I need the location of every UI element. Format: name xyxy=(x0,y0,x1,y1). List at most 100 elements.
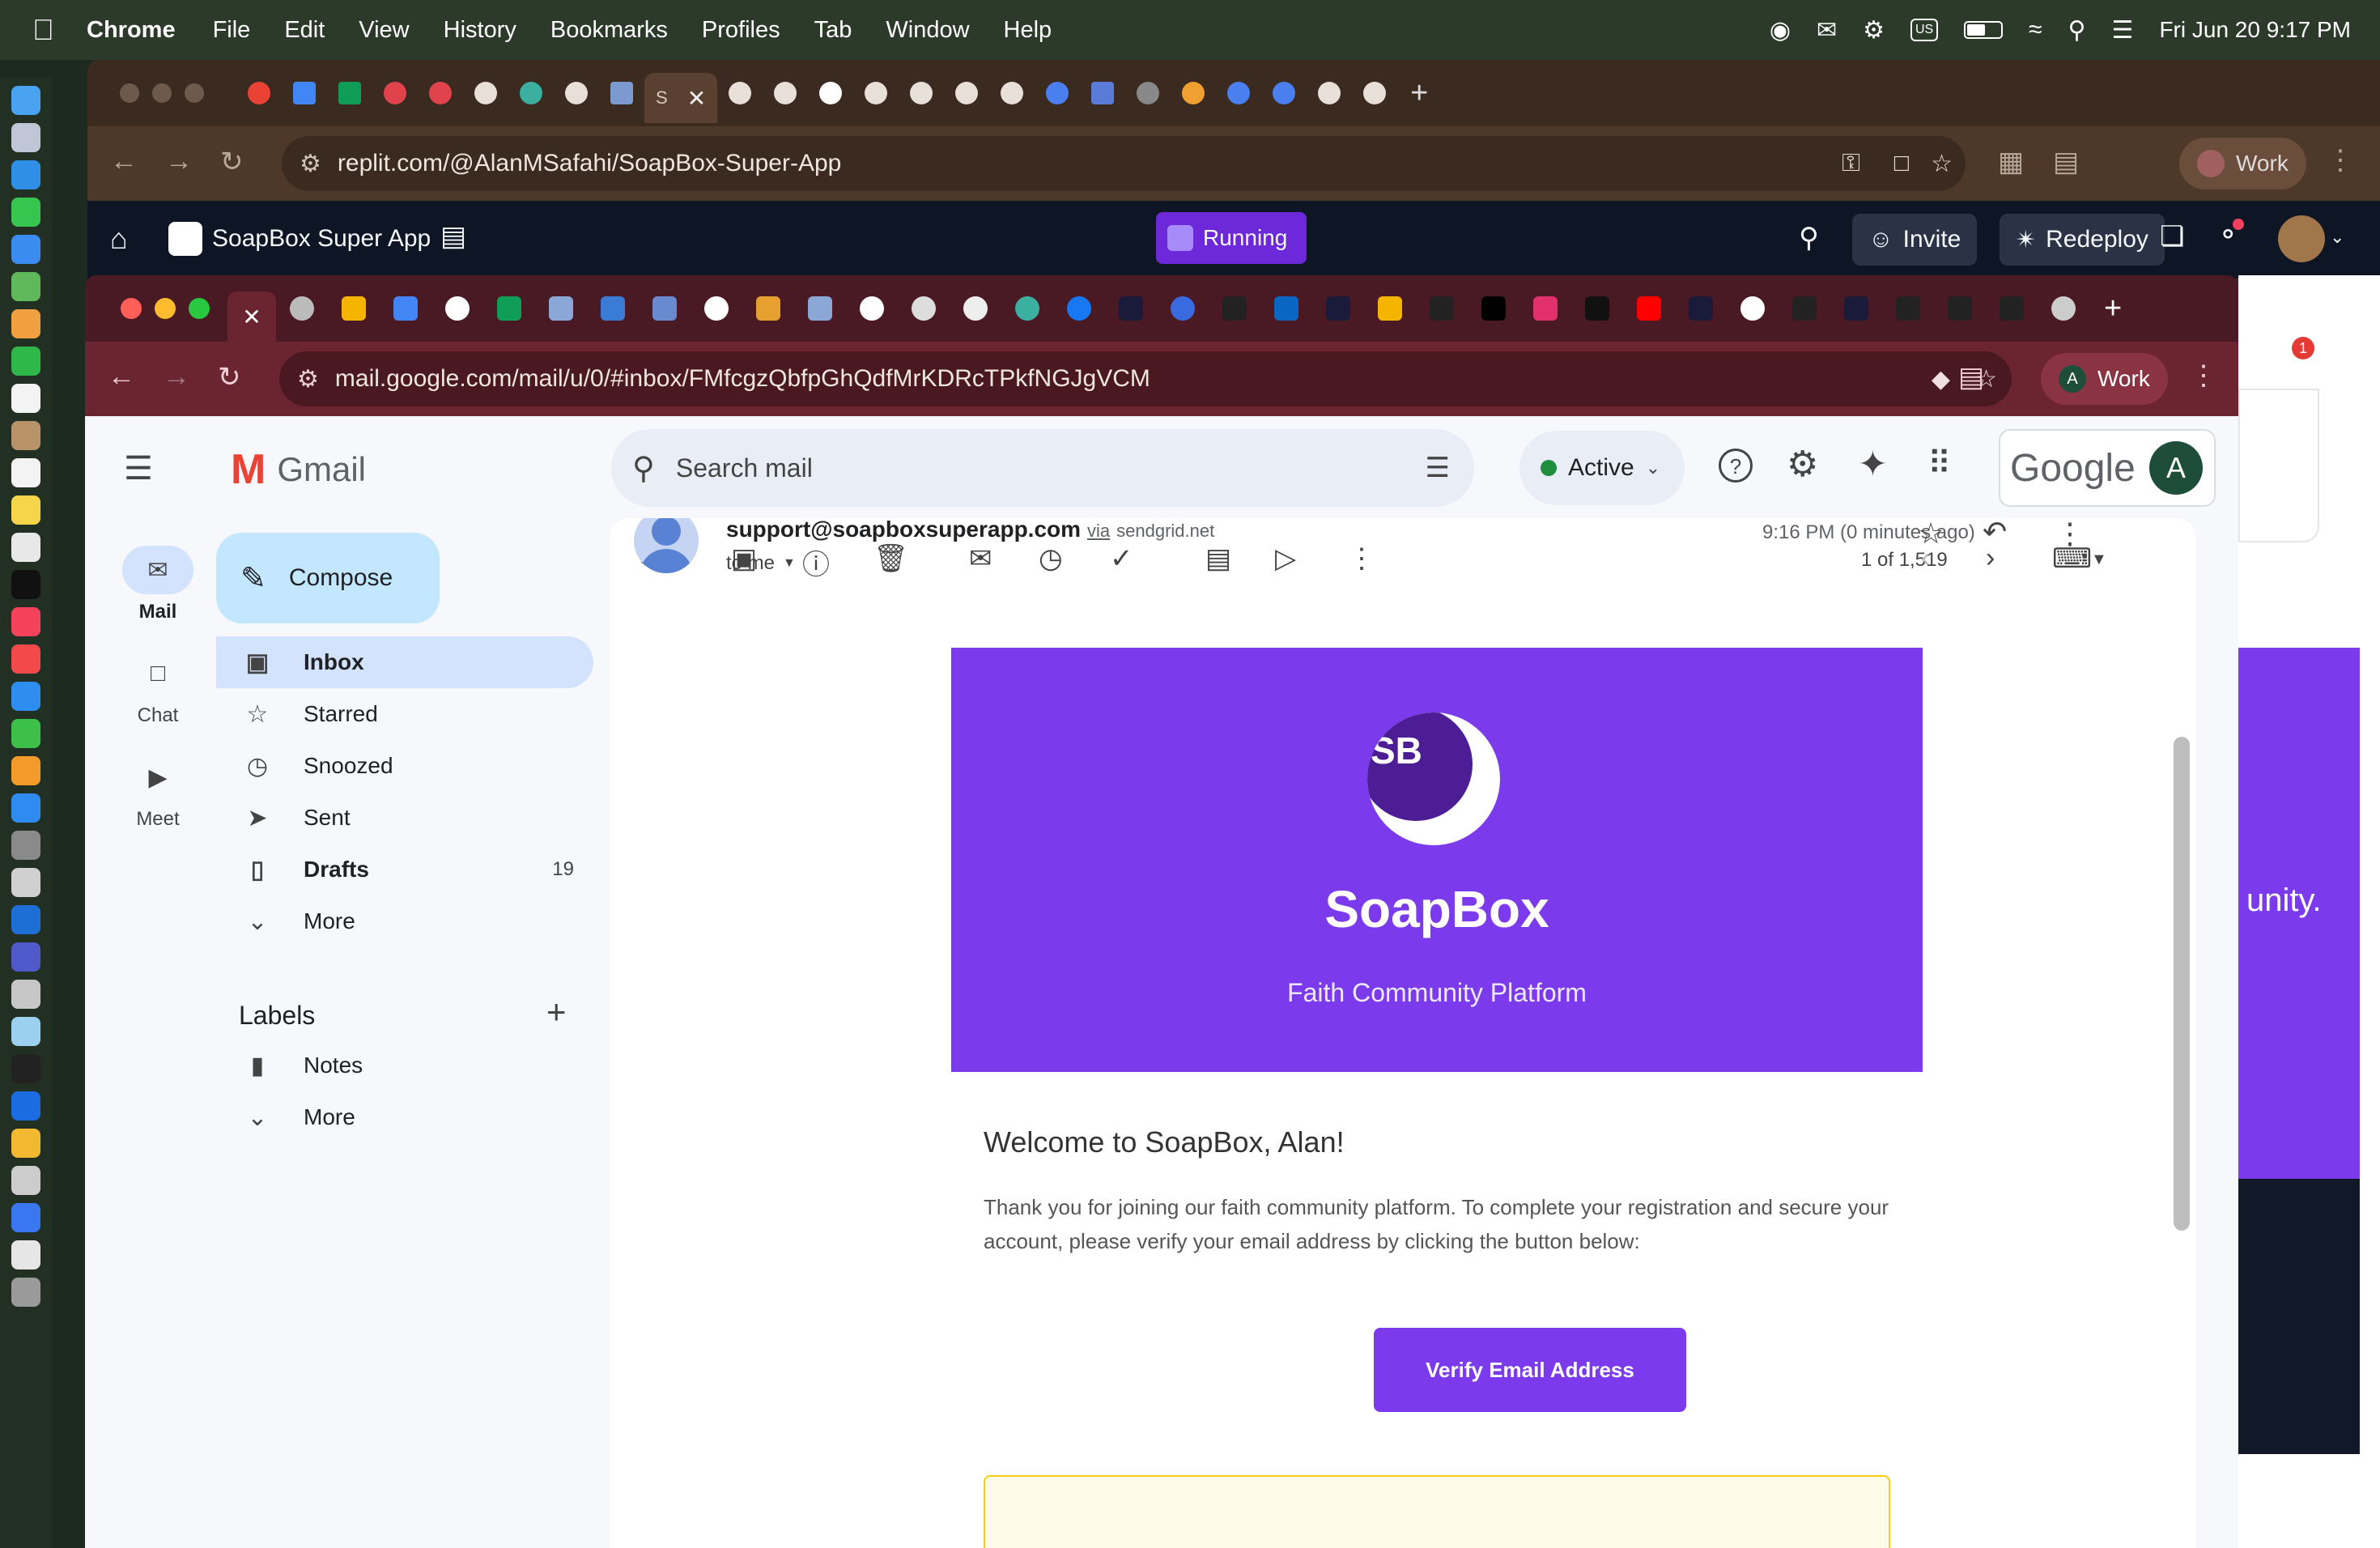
dock-appstore-icon[interactable] xyxy=(11,793,40,823)
dock-maps-icon[interactable] xyxy=(11,272,40,301)
outer-tab-active[interactable]: S ✕ xyxy=(644,73,718,123)
report-spam-icon[interactable]: ⓘ xyxy=(802,542,830,582)
menu-profiles[interactable]: Profiles xyxy=(702,17,780,44)
rail-meet[interactable]: ▶ Meet xyxy=(109,753,206,831)
apps-grid-icon[interactable]: ⠿ xyxy=(1927,445,1951,483)
window-zoom-dot[interactable] xyxy=(189,298,210,319)
input-tools-chevron-icon[interactable]: ▼ xyxy=(2091,551,2107,569)
folder-inbox[interactable]: ▣ Inbox xyxy=(216,636,593,688)
battery-icon[interactable] xyxy=(1964,21,2004,39)
outer-tab[interactable] xyxy=(1080,73,1125,113)
window-zoom-dot[interactable] xyxy=(185,83,204,103)
outer-tab[interactable] xyxy=(1261,73,1307,113)
outer-tab[interactable] xyxy=(599,73,644,113)
label-notes[interactable]: ▮ Notes xyxy=(216,1040,593,1091)
settings-gear-icon[interactable]: ⚙ xyxy=(1787,444,1818,485)
inner-tab[interactable] xyxy=(1416,275,1468,342)
dock-safari-icon[interactable] xyxy=(11,160,40,189)
inner-tab[interactable] xyxy=(1675,275,1727,342)
inner-url-field[interactable]: ⚙ mail.google.com/mail/u/0/#inbox/FMfcgz… xyxy=(279,351,2012,406)
tab-search-icon[interactable]: ▤ xyxy=(1958,361,1984,393)
inner-tab[interactable] xyxy=(380,275,431,342)
menu-file[interactable]: File xyxy=(213,17,251,44)
password-manager-icon[interactable]: ◉ xyxy=(1770,16,1791,45)
inner-tab[interactable] xyxy=(1468,275,1519,342)
outer-tab[interactable] xyxy=(418,73,463,113)
project-files-icon[interactable]: ▤ xyxy=(440,220,466,253)
window-close-dot[interactable] xyxy=(121,298,142,319)
dock-keynote-icon[interactable] xyxy=(11,682,40,711)
dock-facetime-icon[interactable] xyxy=(11,347,40,376)
run-status-button[interactable]: Running xyxy=(1156,212,1307,264)
copy-window-icon[interactable]: ❏ xyxy=(2160,220,2184,253)
reload-icon[interactable]: ↻ xyxy=(220,146,244,178)
dock-notes-icon[interactable] xyxy=(11,495,40,525)
gmail-logo[interactable]: M Gmail xyxy=(231,445,366,494)
verify-email-button[interactable]: Verify Email Address xyxy=(1374,1328,1686,1412)
inner-tab[interactable] xyxy=(1727,275,1779,342)
outlook-icon[interactable]: ✉ xyxy=(1817,16,1837,45)
main-menu-icon[interactable]: ☰ xyxy=(124,450,153,487)
outer-tab[interactable] xyxy=(944,73,989,113)
inner-tab[interactable] xyxy=(1001,275,1053,342)
dock-teams-icon[interactable] xyxy=(11,942,40,972)
dock-document-icon[interactable] xyxy=(11,1240,40,1269)
outer-tab[interactable] xyxy=(236,73,282,113)
inner-tab-active[interactable]: ✕ xyxy=(227,291,276,342)
dock-pages-icon[interactable] xyxy=(11,756,40,785)
dock-photos-icon[interactable] xyxy=(11,309,40,338)
site-settings-icon[interactable]: ⚙ xyxy=(300,150,321,178)
status-selector[interactable]: Active ⌄ xyxy=(1519,431,1685,505)
folder-snoozed[interactable]: ◷ Snoozed xyxy=(216,740,593,792)
dock-launchpad-icon[interactable] xyxy=(11,123,40,152)
invite-button[interactable]: ☺ Invite xyxy=(1852,214,1978,266)
chrome-menu-icon[interactable]: ⋮ xyxy=(2327,144,2354,176)
inner-tab[interactable] xyxy=(431,275,483,342)
outer-tab[interactable] xyxy=(989,73,1035,113)
dock-mail-icon[interactable] xyxy=(11,235,40,264)
inner-tab[interactable] xyxy=(1105,275,1157,342)
compose-button[interactable]: ✎ Compose xyxy=(216,533,440,623)
outer-tab[interactable] xyxy=(1171,73,1216,113)
menu-app-name[interactable]: Chrome xyxy=(87,17,176,44)
menu-view[interactable]: View xyxy=(359,17,409,44)
outer-tab[interactable] xyxy=(1307,73,1352,113)
star-message-icon[interactable]: ☆ xyxy=(1918,518,1944,551)
search-input[interactable]: Search mail xyxy=(676,453,813,483)
inner-tab[interactable] xyxy=(276,275,328,342)
inner-tab[interactable] xyxy=(587,275,639,342)
folder-sent[interactable]: ➤ Sent xyxy=(216,792,593,844)
gemini-sparkle-icon[interactable]: ✦ xyxy=(1858,444,1888,485)
inner-tab[interactable] xyxy=(1830,275,1882,342)
dock-settings-icon[interactable] xyxy=(11,831,40,860)
apple-icon[interactable]:  xyxy=(32,13,54,47)
inner-tab[interactable] xyxy=(535,275,587,342)
outer-tab[interactable] xyxy=(508,73,554,113)
outer-tab[interactable] xyxy=(1125,73,1171,113)
inner-profile-pill[interactable]: A Work xyxy=(2041,353,2168,405)
outer-tab[interactable] xyxy=(1035,73,1080,113)
menu-window[interactable]: Window xyxy=(886,17,969,44)
delete-trash-icon[interactable]: 🗑 xyxy=(873,542,908,575)
new-tab-button[interactable]: + xyxy=(1410,76,1428,111)
back-icon[interactable]: ← xyxy=(108,361,135,393)
dock-terminal-icon[interactable] xyxy=(11,1054,40,1083)
dock-freeform-icon[interactable] xyxy=(11,533,40,562)
dock-finder-icon[interactable] xyxy=(11,86,40,115)
outer-url-field[interactable]: ⚙ replit.com/@AlanMSafahi/SoapBox-Super-… xyxy=(282,136,1966,191)
back-icon[interactable]: ← xyxy=(110,146,138,177)
dock-numbers-icon[interactable] xyxy=(11,719,40,748)
redeploy-button[interactable]: ✴ Redeploy xyxy=(2000,214,2165,266)
outer-tab[interactable] xyxy=(763,73,808,113)
outer-tab[interactable] xyxy=(808,73,853,113)
dock-outlook-icon[interactable] xyxy=(11,905,40,934)
add-label-icon[interactable]: + xyxy=(546,993,567,1031)
dock-preview-icon[interactable] xyxy=(11,868,40,897)
outer-tab[interactable] xyxy=(554,73,599,113)
more-vert-icon[interactable]: ⋮ xyxy=(1348,542,1375,575)
reply-icon[interactable]: ↶ xyxy=(1983,518,2007,549)
avatar-chevron-down-icon[interactable]: ⌄ xyxy=(2330,227,2344,248)
inner-tab[interactable] xyxy=(1209,275,1260,342)
install-app-icon[interactable]: □ xyxy=(1894,150,1909,177)
close-tab-icon[interactable]: ✕ xyxy=(687,85,706,112)
